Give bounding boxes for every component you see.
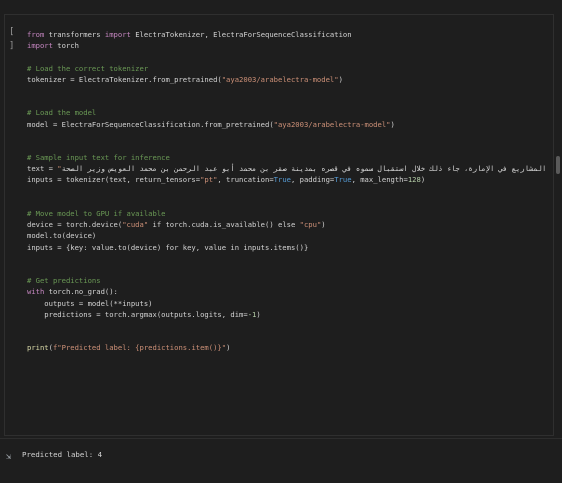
cell-output: ⇲ Predicted label: 4 xyxy=(0,438,562,483)
vertical-scrollbar[interactable] xyxy=(556,156,560,174)
code-token: ) xyxy=(226,343,231,353)
code-line: # Load the model xyxy=(27,107,545,118)
code-editor[interactable]: from transformers import ElectraTokenize… xyxy=(27,29,545,405)
code-line: # Load the correct tokenizer xyxy=(27,63,545,74)
code-line: inputs = tokenizer(text, return_tensors=… xyxy=(27,174,545,185)
code-token: ElectraTokenizer, ElectraForSequenceClas… xyxy=(130,30,352,39)
code-line: model.to(device) xyxy=(27,230,545,241)
code-token: 128 xyxy=(407,175,421,185)
code-string: "cpu" xyxy=(299,220,322,230)
code-token: outputs = model(**inputs) xyxy=(27,298,153,308)
code-token: inputs = tokenizer(text, return_tensors= xyxy=(27,175,201,185)
code-line: import torch xyxy=(27,40,545,51)
code-comment: # Load the correct tokenizer xyxy=(27,63,149,73)
code-string: "aya2003/arabelectra-model" xyxy=(273,119,391,129)
code-line: # Get predictions xyxy=(27,275,545,286)
code-token: import xyxy=(27,41,53,51)
code-comment: # Load the model xyxy=(27,108,97,118)
code-line: tokenizer = ElectraTokenizer.from_pretra… xyxy=(27,74,545,85)
code-line: from transformers import ElectraTokenize… xyxy=(27,29,545,40)
code-string: "cuda" xyxy=(122,220,149,230)
code-token: inputs = {key: value.to(device) for key,… xyxy=(27,242,309,252)
code-token: ) xyxy=(338,74,343,84)
code-line: model = ElectraForSequenceClassification… xyxy=(27,119,545,130)
code-token: تمث المستقبلية والحالية، والتي تتضمن تنف… xyxy=(61,164,545,174)
output-text: Predicted label: 4 xyxy=(22,450,103,459)
code-token: True xyxy=(334,175,352,185)
code-token: ) xyxy=(256,309,261,319)
code-token: if torch.cuda.is_available() else xyxy=(148,220,300,230)
code-token: predictions = torch.argmax(outputs.logit… xyxy=(27,309,248,319)
code-token: ) xyxy=(420,175,426,185)
code-line: device = torch.device("cuda" if torch.cu… xyxy=(27,219,545,230)
code-line: inputs = {key: value.to(device) for key,… xyxy=(27,242,545,253)
code-token: model.to(device) xyxy=(27,231,97,241)
code-line: text = "تمث المستقبلية والحالية، والتي ت… xyxy=(27,163,545,174)
code-line: outputs = model(**inputs) xyxy=(27,298,545,309)
code-string: "pt" xyxy=(200,175,218,185)
code-line: # Move model to GPU if available xyxy=(27,208,545,219)
run-cell-button[interactable]: [ ] xyxy=(9,25,23,51)
code-token: print xyxy=(27,343,49,353)
code-string: "aya2003/arabelectra-model" xyxy=(221,74,339,84)
code-line: predictions = torch.argmax(outputs.logit… xyxy=(27,309,545,320)
code-token: device = torch.device( xyxy=(27,220,123,230)
code-token: , truncation= xyxy=(217,175,274,185)
code-comment: # Get predictions xyxy=(27,276,101,286)
code-token: True xyxy=(273,175,291,185)
code-string: f"Predicted label: {predictions.item()}" xyxy=(52,343,227,353)
code-token: ) xyxy=(390,119,395,129)
code-token: import xyxy=(104,30,131,39)
code-comment: # Move model to GPU if available xyxy=(27,209,166,218)
code-token: from xyxy=(27,30,45,39)
code-token: torch xyxy=(52,41,79,51)
code-token: with xyxy=(27,287,45,297)
code-cell[interactable]: [ ] from transformers import ElectraToke… xyxy=(4,14,554,449)
output-icon[interactable]: ⇲ xyxy=(6,451,16,463)
code-token: ) xyxy=(321,220,326,230)
code-line: with torch.no_grad(): xyxy=(27,286,545,297)
code-token: transformers xyxy=(44,30,105,39)
code-line: print(f"Predicted label: {predictions.it… xyxy=(27,342,545,353)
code-token: model = ElectraForSequenceClassification… xyxy=(27,119,274,129)
code-token: tokenizer = ElectraTokenizer.from_pretra… xyxy=(27,74,222,84)
code-token: text = xyxy=(27,164,58,174)
code-token: , padding= xyxy=(290,175,335,185)
code-comment: # Sample input text for inference xyxy=(27,153,170,163)
code-line: # Sample input text for inference xyxy=(27,152,545,163)
code-token: , max_length= xyxy=(351,175,408,185)
notebook-frame: [ ] from transformers import ElectraToke… xyxy=(0,0,562,483)
code-token: torch.no_grad(): xyxy=(44,287,118,297)
